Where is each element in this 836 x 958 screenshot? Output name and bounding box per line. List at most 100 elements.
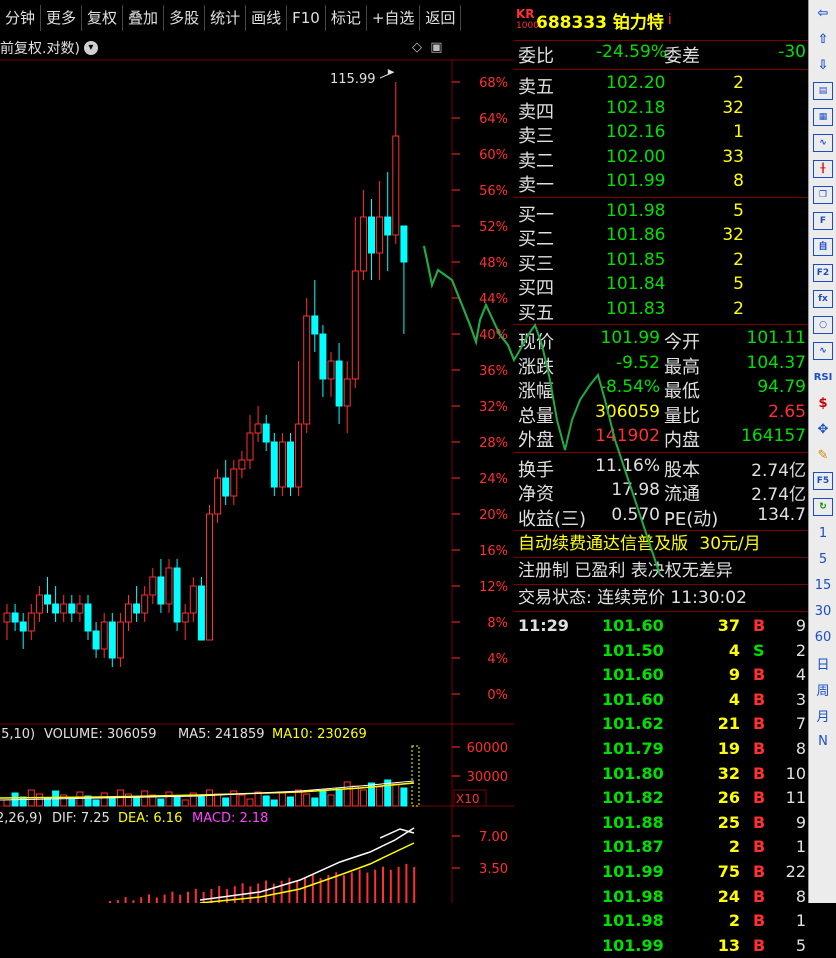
- tick-direction: B: [753, 763, 766, 783]
- volume-scale-label: X10: [456, 792, 480, 806]
- tick-row[interactable]: 101.60 9 B 4: [514, 663, 808, 688]
- f10-icon[interactable]: F: [809, 208, 836, 234]
- tick-row[interactable]: 101.82 26 B 11: [514, 786, 808, 811]
- pencil-icon[interactable]: ✎: [809, 442, 836, 468]
- fundamental-row: 收益(三) 0.570 PE(动) 134.7: [514, 504, 808, 530]
- ask-label: 卖三: [518, 126, 554, 147]
- bid-label: 买一: [518, 204, 554, 226]
- bid-row[interactable]: 买三 101.85 2: [514, 249, 808, 275]
- ad-text: 自动续费通达信普及版: [518, 534, 688, 554]
- ask-volume: 32: [722, 97, 744, 118]
- stock-code-name[interactable]: 688333 铂力特: [536, 8, 664, 33]
- bid-row[interactable]: 买五 101.83 2: [514, 298, 808, 324]
- period-item[interactable]: N: [809, 728, 836, 754]
- volume-bar: [165, 791, 173, 807]
- tick-direction: B: [753, 861, 766, 881]
- circle-icon[interactable]: ○: [809, 312, 836, 338]
- chart-axes: 68%64%60%56%52%48%44%40%36%32%28%24%20%1…: [0, 59, 514, 903]
- tick-row[interactable]: 101.99 75 B 22: [514, 860, 808, 885]
- self-icon[interactable]: 自: [809, 234, 836, 260]
- period-item[interactable]: 15: [809, 572, 836, 598]
- tick-row[interactable]: 101.98 24 B 8: [514, 885, 808, 910]
- report-icon[interactable]: ▤: [809, 78, 836, 104]
- ask-row[interactable]: 卖二 102.00 33: [514, 146, 808, 172]
- fundamental-label: PE(动): [664, 508, 719, 530]
- period-item[interactable]: 周: [809, 676, 836, 702]
- volume-bar: [327, 794, 335, 807]
- tick-row[interactable]: 101.98 2 B 1: [514, 909, 808, 934]
- volume-bar: [222, 797, 230, 807]
- ask-label: 卖四: [518, 101, 554, 123]
- price-axis-label: 56%: [479, 184, 508, 199]
- period-item[interactable]: 1: [809, 520, 836, 546]
- copy-icon[interactable]: ❐: [809, 182, 836, 208]
- tick-row[interactable]: 101.79 19 B 8: [514, 737, 808, 762]
- ask-row[interactable]: 卖四 102.18 32: [514, 97, 808, 123]
- period-item[interactable]: 日: [809, 650, 836, 676]
- f2-icon[interactable]: F2: [809, 260, 836, 286]
- bid-row[interactable]: 买四 101.84 5: [514, 273, 808, 299]
- volume-bar: [319, 790, 327, 807]
- volume-bar: [400, 787, 408, 807]
- price-axis-label: 16%: [479, 544, 508, 559]
- bid-row[interactable]: 买一 101.98 5: [514, 200, 808, 226]
- ask-volume: 2: [733, 73, 744, 93]
- quote-panel: KR 1000 688333 铂力特 i 委比 -24.59% 委差 -30 卖…: [514, 0, 808, 955]
- tick-direction: B: [753, 714, 766, 734]
- ask-row[interactable]: 卖五 102.20 2: [514, 72, 808, 98]
- price-axis-label: 68%: [479, 76, 508, 91]
- tick-row[interactable]: 101.88 25 B 9: [514, 811, 808, 836]
- refresh-icon[interactable]: ↻: [809, 494, 836, 520]
- tick-price: 101.50: [602, 640, 664, 660]
- ask-row[interactable]: 卖一 101.99 8: [514, 170, 808, 196]
- price-axis-label: 48%: [479, 256, 508, 271]
- line-chart-icon[interactable]: ∿: [809, 130, 836, 156]
- candle-body: [197, 585, 205, 641]
- rsi-icon[interactable]: RSI: [809, 364, 836, 390]
- period-item[interactable]: 5: [809, 546, 836, 572]
- arrow-down-icon[interactable]: ⇩: [809, 52, 836, 78]
- macd-panel: [109, 827, 416, 903]
- subscription-ad[interactable]: 自动续费通达信普及版 30元/月: [514, 531, 808, 558]
- info-icon[interactable]: i: [668, 12, 672, 28]
- ask-row[interactable]: 卖三 102.16 1: [514, 121, 808, 147]
- volume-bar: [68, 798, 76, 807]
- tick-row[interactable]: 101.99 13 B 5: [514, 934, 808, 958]
- grid-icon[interactable]: ▦: [809, 104, 836, 130]
- tick-row[interactable]: 101.60 4 B 3: [514, 688, 808, 713]
- period-item[interactable]: 月: [809, 702, 836, 728]
- bid-row[interactable]: 买二 101.86 32: [514, 224, 808, 250]
- fundamental-label: 收益(三): [518, 508, 587, 530]
- candle-icon[interactable]: ╫: [809, 156, 836, 182]
- right-toolbar: ⇦ ⇧ ⇩ ▤ ▦ ∿ ╫ ❐ F 自 F2 fx ○ ∿ RSI $ ✥ ✎ …: [808, 0, 836, 903]
- f5-icon[interactable]: F5: [809, 468, 836, 494]
- tick-list[interactable]: 11:29 101.60 37 B 9 101.50 4 S 2 101.60 9 B 4 101.60 4…: [514, 612, 808, 958]
- tick-count: 8: [795, 738, 806, 758]
- tick-row[interactable]: 11:29 101.60 37 B 9: [514, 614, 808, 639]
- price-axis-label: 4%: [487, 652, 508, 667]
- candle-body: [3, 612, 11, 623]
- tick-row[interactable]: 101.87 2 B 1: [514, 835, 808, 860]
- tick-row[interactable]: 101.62 21 B 7: [514, 712, 808, 737]
- volume-ma10: MA10: 230269: [272, 727, 367, 742]
- arrow-left-icon[interactable]: ⇦: [809, 0, 836, 26]
- tick-row[interactable]: 101.50 4 S 2: [514, 639, 808, 664]
- candle-body: [335, 360, 343, 407]
- period-item[interactable]: 60: [809, 624, 836, 650]
- candle-body: [116, 621, 124, 659]
- period-item[interactable]: 30: [809, 598, 836, 624]
- arrow-up-icon[interactable]: ⇧: [809, 26, 836, 52]
- volume-value: VOLUME: 306059: [44, 727, 157, 742]
- move-icon[interactable]: ✥: [809, 416, 836, 442]
- tick-row[interactable]: 101.80 32 B 10: [514, 762, 808, 787]
- wave-icon[interactable]: ∿: [809, 338, 836, 364]
- bid-label: 买四: [518, 278, 554, 299]
- fx-icon[interactable]: fx: [809, 286, 836, 312]
- quote-value: -8.54%: [599, 377, 660, 397]
- kline-chart[interactable]: 68%64%60%56%52%48%44%40%36%32%28%24%20%1…: [0, 0, 514, 903]
- dollar-icon[interactable]: $: [809, 390, 836, 416]
- price-axis-label: 32%: [479, 400, 508, 415]
- bid-volume: 2: [733, 298, 744, 319]
- bid-book: 买一 101.98 5 买二 101.86 32 买三 101.85 2 买四 101.84 5 买五 1…: [514, 198, 808, 325]
- tick-price: 101.80: [602, 763, 664, 783]
